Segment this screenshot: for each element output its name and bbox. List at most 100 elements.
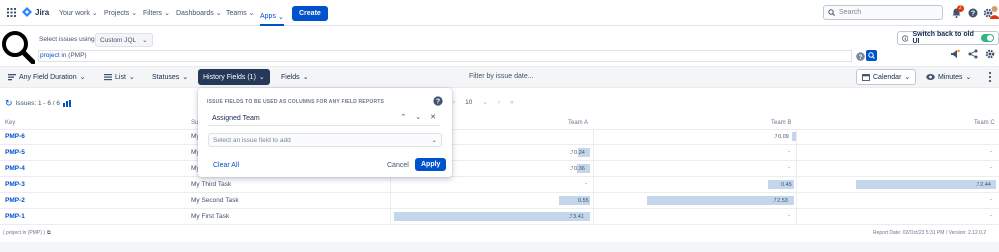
external-link-icon[interactable]: ⧉ [47, 230, 51, 236]
nav-apps[interactable]: Apps ⌄ [260, 0, 284, 26]
team-a-bar [394, 212, 590, 221]
table-row: PMP-5 My ℐ 0.24 - - [0, 145, 999, 161]
report-settings-gear-icon[interactable] [985, 49, 995, 59]
team-a-value: - [585, 181, 587, 187]
chart-icon[interactable] [62, 100, 72, 107]
jql-help-icon[interactable]: ? [856, 52, 865, 61]
issue-key-link[interactable]: PMP-2 [5, 197, 25, 204]
logo-text: Jira [35, 7, 50, 17]
nav-teams[interactable]: Teams ⌄ [226, 9, 255, 18]
chevron-down-icon: ⌄ [258, 74, 265, 81]
last-page-icon[interactable]: » [510, 99, 514, 106]
popup-title: ISSUE FIELDS TO BE USED AS COLUMNS FOR A… [207, 99, 385, 105]
table-row: PMP-6 My ℐ 0.09 [0, 129, 999, 145]
notification-badge: 2 [957, 5, 964, 12]
header-key[interactable]: Key [5, 120, 15, 126]
header-team-a[interactable]: Team A [568, 120, 588, 126]
chevron-down-icon: ⌄ [302, 74, 309, 81]
report-icon [8, 74, 16, 81]
calendar-dropdown[interactable]: Calendar ⌄ [856, 69, 917, 85]
svg-text:?: ? [436, 99, 440, 106]
chevron-down-icon: ⌄ [215, 10, 222, 17]
nav-dashboards[interactable]: Dashboards ⌄ [176, 9, 222, 18]
nav-label: Apps [260, 13, 276, 20]
issue-date-filter[interactable]: Filter by issue date... [469, 73, 534, 80]
nav-label: Filters [143, 9, 163, 17]
remove-field-icon[interactable]: ✕ [430, 113, 436, 121]
move-up-icon[interactable]: ⌃ [400, 113, 406, 121]
pagination: ‹ 10 ⌄ › » [453, 98, 514, 107]
chevron-down-icon: ⌄ [131, 10, 138, 17]
cancel-button[interactable]: Cancel [387, 162, 409, 169]
view-mode-label: List [115, 73, 126, 81]
team-b-value: ℐ 2.53 [773, 198, 788, 204]
issue-key-link[interactable]: PMP-5 [5, 149, 25, 156]
view-mode-dropdown[interactable]: List ⌄ [99, 69, 140, 85]
nav-projects[interactable]: Projects ⌄ [104, 9, 138, 18]
table-row: PMP-3 My Third Task - 0.45 ℐ 2.44 [0, 177, 999, 193]
chevron-down-icon: ⌄ [277, 13, 284, 21]
chevron-down-icon: ⌄ [182, 74, 189, 81]
more-options-icon[interactable] [988, 71, 992, 83]
search-icon [828, 9, 835, 16]
search-input[interactable]: Search [823, 5, 943, 20]
page-size-select[interactable]: 10 [465, 99, 472, 106]
report-type-label: Any Field Duration [19, 73, 77, 81]
team-a-value: ℐ 3.41 [569, 214, 584, 220]
announcement-icon[interactable] [950, 49, 960, 59]
nav-label: Projects [104, 9, 130, 17]
fields-dropdown[interactable]: Fields ⌄ [276, 69, 314, 85]
nav-filters[interactable]: Filters ⌄ [143, 9, 170, 18]
calendar-icon [862, 74, 870, 81]
team-c-value: - [990, 213, 992, 219]
jql-input[interactable] [38, 50, 852, 62]
jql-search-button[interactable] [866, 50, 877, 61]
header-team-c[interactable]: Team C [974, 120, 995, 126]
add-field-placeholder: Select an issue field to add [213, 136, 291, 144]
chevron-down-icon: ⌄ [164, 10, 170, 17]
jira-logo-icon [22, 7, 32, 17]
header-team-b[interactable]: Team B [771, 120, 791, 126]
issue-summary: My Third Task [191, 181, 232, 188]
next-page-icon[interactable]: › [498, 99, 500, 106]
switch-old-ui-button[interactable]: Switch back to old UI [897, 31, 999, 45]
footer-query-text: ( project in (PMP) ) [3, 230, 45, 236]
bottom-spacer [0, 242, 999, 252]
report-date: Report Date: 02/Oct/23 5:31 PM / Version… [873, 230, 987, 236]
app-switcher-icon[interactable] [7, 8, 16, 17]
issue-key-link[interactable]: PMP-1 [5, 213, 25, 220]
issue-key-link[interactable]: PMP-4 [5, 165, 25, 172]
team-b-value: ℐ 0.09 [774, 134, 789, 140]
time-unit-dropdown[interactable]: Minutes ⌄ [921, 69, 976, 85]
apply-button[interactable]: Apply [415, 158, 447, 171]
nav-your-work[interactable]: Your work ⌄ [59, 9, 98, 18]
team-b-bar [792, 132, 796, 141]
old-ui-toggle[interactable] [981, 34, 994, 42]
team-c-value: ℐ 2.44 [976, 182, 991, 188]
issue-key-link[interactable]: PMP-3 [5, 181, 25, 188]
magnifier-logo-icon [1, 30, 35, 64]
prev-page-icon[interactable]: ‹ [453, 99, 455, 106]
clear-all-button[interactable]: Clear All [213, 162, 239, 169]
popup-help-icon[interactable]: ? [433, 96, 443, 106]
statuses-dropdown[interactable]: Statuses ⌄ [147, 69, 193, 85]
help-icon[interactable]: ? [968, 8, 978, 18]
team-b-value: 0.45 [781, 182, 792, 188]
row-divider [0, 224, 999, 225]
history-fields-dropdown[interactable]: History Fields (1) ⌄ [198, 69, 270, 85]
team-a-value: 0.55 [578, 198, 589, 204]
selected-field-row: Assigned Team ⌃ ⌄ ✕ [208, 112, 440, 126]
query-mode-select[interactable]: Custom JQL ⌄ [95, 33, 153, 47]
report-type-dropdown[interactable]: Any Field Duration ⌄ [3, 69, 90, 85]
jira-logo[interactable]: Jira [22, 7, 49, 17]
create-button[interactable]: Create [292, 6, 328, 21]
issues-count: Issues: 1 - 6 / 6 [15, 100, 60, 107]
fields-label: Fields [281, 73, 300, 81]
issue-key-link[interactable]: PMP-6 [5, 133, 25, 140]
move-down-icon[interactable]: ⌄ [415, 113, 421, 121]
field-actions: ⌃ ⌄ ✕ [400, 113, 436, 121]
add-field-select[interactable]: Select an issue field to add ⌄ [208, 133, 442, 147]
user-avatar[interactable] [990, 5, 999, 19]
refresh-icon[interactable]: ↻ [5, 98, 13, 109]
share-icon[interactable] [968, 49, 978, 59]
